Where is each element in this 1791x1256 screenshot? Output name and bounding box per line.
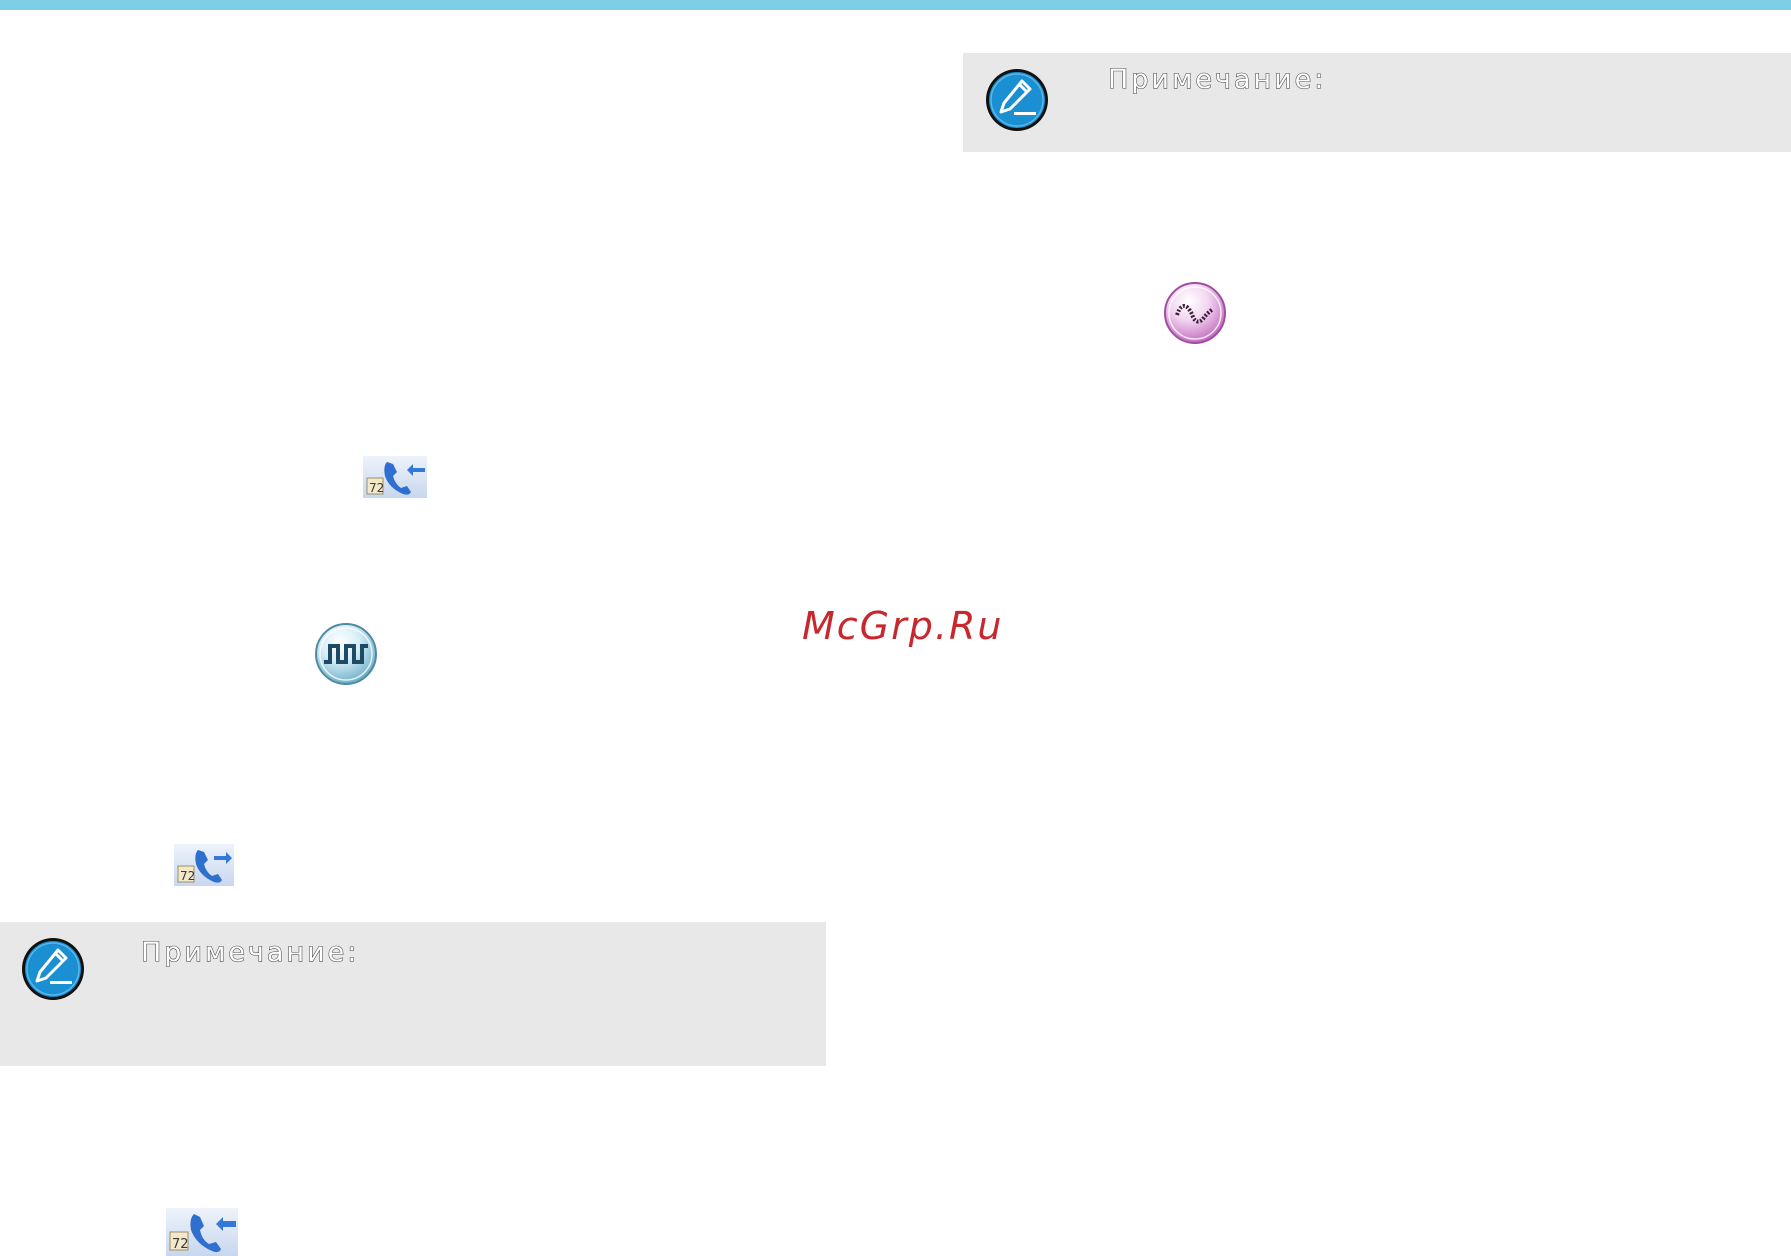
svg-text:72: 72: [369, 481, 384, 495]
note-pencil-icon: [22, 938, 84, 1000]
note-box-left: Примечание:: [0, 922, 826, 1066]
analog-signal-icon: [1164, 282, 1226, 344]
incoming-call-icon: 72: [363, 456, 427, 498]
svg-text:72: 72: [172, 1237, 189, 1252]
note-label: Примечание:: [140, 936, 360, 968]
note-box-right: Примечание:: [963, 53, 1791, 152]
svg-text:72: 72: [180, 869, 195, 883]
watermark: McGrp.Ru: [802, 604, 1004, 648]
incoming-call-icon: 72: [166, 1208, 238, 1256]
digital-signal-icon: [315, 623, 377, 685]
top-accent-bar: [0, 0, 1791, 10]
note-pencil-icon: [986, 69, 1048, 131]
outgoing-call-icon: 72: [174, 844, 234, 886]
note-label: Примечание:: [1107, 63, 1327, 95]
